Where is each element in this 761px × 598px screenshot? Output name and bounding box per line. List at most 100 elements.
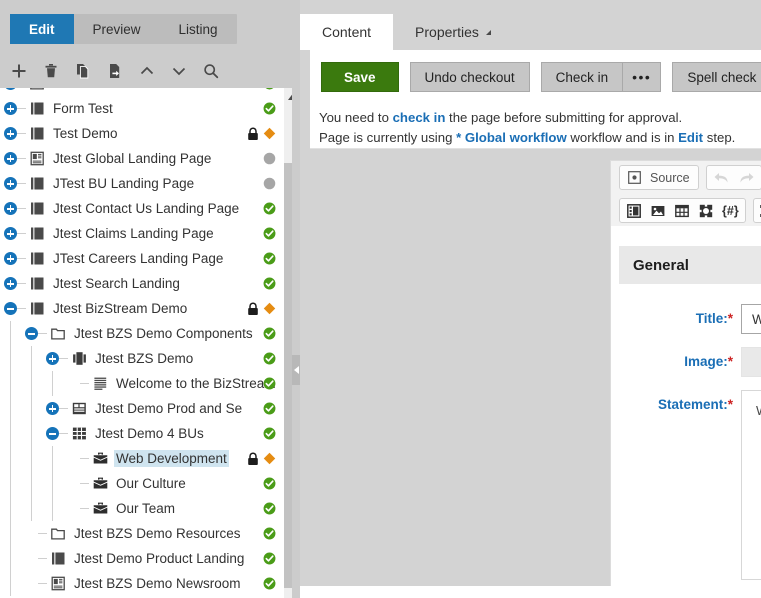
tree-expand-icon[interactable] bbox=[4, 152, 17, 165]
move-down-icon[interactable] bbox=[168, 59, 190, 83]
copy-icon[interactable] bbox=[72, 59, 94, 83]
content-tree[interactable]: Individuals Form Test Test Demo Jtest Globa… bbox=[0, 88, 284, 598]
tree-node-label[interactable]: Jtest BZS Demo Newsroom bbox=[72, 575, 243, 592]
save-button[interactable]: Save bbox=[321, 62, 399, 92]
view-tab-preview[interactable]: Preview bbox=[74, 14, 160, 44]
tree-node-label[interactable]: Jtest BZS Demo Resources bbox=[72, 525, 243, 542]
tree-node[interactable]: JTest Careers Landing Page bbox=[0, 246, 284, 271]
tree-node[interactable]: Welcome to the BizStream bbox=[0, 371, 284, 396]
page-break-icon[interactable] bbox=[623, 200, 645, 221]
undo-checkout-button[interactable]: Undo checkout bbox=[409, 62, 530, 92]
tree-collapse-icon[interactable] bbox=[25, 327, 38, 340]
tree-node-selected[interactable]: Web Development bbox=[0, 446, 284, 471]
new-page-icon[interactable] bbox=[8, 59, 30, 83]
tree-node-label[interactable]: Jtest Contact Us Landing Page bbox=[51, 200, 241, 217]
tree-expand-icon[interactable] bbox=[46, 402, 59, 415]
tree-node[interactable]: Jtest BZS Demo bbox=[0, 346, 284, 371]
tree-node[interactable]: JTest BU Landing Page bbox=[0, 171, 284, 196]
tree-guide-line bbox=[52, 446, 53, 471]
tab-properties[interactable]: Properties bbox=[393, 14, 513, 50]
tree-node-label[interactable]: Jtest BizStream Demo bbox=[51, 300, 189, 317]
tree-node-label[interactable]: Jtest Demo Product Landing bbox=[72, 550, 246, 567]
tree-node[interactable]: Jtest Global Landing Page bbox=[0, 146, 284, 171]
tree-expand-icon[interactable] bbox=[4, 177, 17, 190]
check-in-button[interactable]: Check in bbox=[540, 62, 623, 92]
delete-icon[interactable] bbox=[40, 59, 62, 83]
tree-node-label[interactable]: Welcome to the BizStream bbox=[114, 375, 278, 392]
tree-node-label[interactable]: Our Team bbox=[114, 500, 177, 517]
panel-splitter[interactable] bbox=[292, 0, 300, 598]
tree-expand-icon[interactable] bbox=[4, 127, 17, 140]
tree-node-type-icon bbox=[28, 226, 46, 242]
tree-node[interactable]: Jtest Contact Us Landing Page bbox=[0, 196, 284, 221]
image-input[interactable] bbox=[741, 347, 761, 377]
tree-elbow bbox=[17, 283, 26, 284]
tree-collapse-icon[interactable] bbox=[4, 302, 17, 315]
grid-icon bbox=[72, 427, 86, 440]
undo-icon[interactable] bbox=[710, 167, 733, 188]
move-up-icon[interactable] bbox=[136, 59, 158, 83]
check-in-link[interactable]: check in bbox=[393, 110, 446, 125]
tree-node-label[interactable]: Individuals bbox=[51, 88, 119, 92]
layout-icon bbox=[72, 402, 86, 415]
insert-image-icon[interactable] bbox=[647, 200, 669, 221]
tree-node-label[interactable]: Jtest Demo 4 BUs bbox=[93, 425, 206, 442]
tree-node[interactable]: Jtest Demo Product Landing bbox=[0, 546, 284, 571]
search-icon[interactable] bbox=[200, 59, 222, 83]
spell-check-button[interactable]: Spell check bbox=[672, 62, 761, 92]
tree-node-label[interactable]: Web Development bbox=[114, 450, 229, 467]
global-workflow-link[interactable]: Global workflow bbox=[461, 130, 567, 145]
tree-node-label[interactable]: JTest BU Landing Page bbox=[51, 175, 196, 192]
form-section-title: General bbox=[619, 246, 761, 284]
tree-node-status bbox=[263, 196, 284, 221]
widget-icon[interactable] bbox=[695, 200, 717, 221]
tree-node[interactable]: Jtest BizStream Demo bbox=[0, 296, 284, 321]
tree-node[interactable]: Jtest Search Landing bbox=[0, 271, 284, 296]
tree-node[interactable]: Jtest BZS Demo Resources bbox=[0, 521, 284, 546]
tree-node[interactable]: Jtest Claims Landing Page bbox=[0, 221, 284, 246]
tree-node[interactable]: Our Culture bbox=[0, 471, 284, 496]
tree-node-label[interactable]: Jtest Demo Prod and Se bbox=[93, 400, 244, 417]
insert-table-icon[interactable] bbox=[671, 200, 693, 221]
tree-node-label[interactable]: JTest Careers Landing Page bbox=[51, 250, 225, 267]
tree-node-label[interactable]: Jtest Claims Landing Page bbox=[51, 225, 216, 242]
tree-node[interactable]: Our Team bbox=[0, 496, 284, 521]
view-tab-listing[interactable]: Listing bbox=[160, 14, 237, 44]
redo-icon[interactable] bbox=[735, 167, 758, 188]
title-input[interactable]: Web Development bbox=[741, 304, 761, 334]
tree-expand-icon[interactable] bbox=[4, 88, 17, 90]
tree-node[interactable]: Jtest BZS Demo Newsroom bbox=[0, 571, 284, 596]
view-tab-edit[interactable]: Edit bbox=[10, 14, 74, 44]
tree-node[interactable]: Jtest BZS Demo Components bbox=[0, 321, 284, 346]
tree-expand-icon[interactable] bbox=[4, 277, 17, 290]
tree-node-label[interactable]: Jtest BZS Demo Components bbox=[72, 325, 255, 342]
tree-node-label[interactable]: Form Test bbox=[51, 100, 115, 117]
tree-node-label[interactable]: Jtest BZS Demo bbox=[93, 350, 195, 367]
tree-node[interactable]: Form Test bbox=[0, 96, 284, 121]
more-actions-button[interactable]: ••• bbox=[622, 62, 662, 92]
macro-icon[interactable]: {#} bbox=[719, 200, 742, 221]
statement-editor[interactable]: Welcome to BizStream Web Development bbox=[741, 390, 761, 580]
field-row-image: Image:* bbox=[611, 347, 761, 377]
maximize-icon[interactable] bbox=[757, 200, 761, 221]
required-marker: * bbox=[727, 354, 733, 369]
tree-expand-icon[interactable] bbox=[4, 202, 17, 215]
tree-node[interactable]: Jtest Demo Prod and Se bbox=[0, 396, 284, 421]
tree-node[interactable]: Jtest Demo 4 BUs bbox=[0, 421, 284, 446]
tree-collapse-icon[interactable] bbox=[46, 427, 59, 440]
undo-redo-group bbox=[705, 165, 761, 190]
tree-node-label[interactable]: Jtest Search Landing bbox=[51, 275, 182, 292]
tree-node-label[interactable]: Test Demo bbox=[51, 125, 120, 142]
tree-expand-icon[interactable] bbox=[4, 227, 17, 240]
tree-expand-icon[interactable] bbox=[4, 252, 17, 265]
tree-node[interactable]: Individuals bbox=[0, 88, 284, 96]
folder-icon bbox=[50, 528, 65, 540]
tree-node[interactable]: Test Demo bbox=[0, 121, 284, 146]
tree-expand-icon[interactable] bbox=[4, 102, 17, 115]
move-icon[interactable] bbox=[104, 59, 126, 83]
source-button[interactable]: Source bbox=[623, 167, 695, 188]
tree-expand-icon[interactable] bbox=[46, 352, 59, 365]
tree-node-label[interactable]: Our Culture bbox=[114, 475, 188, 492]
tab-content[interactable]: Content bbox=[300, 14, 394, 50]
tree-node-label[interactable]: Jtest Global Landing Page bbox=[51, 150, 213, 167]
